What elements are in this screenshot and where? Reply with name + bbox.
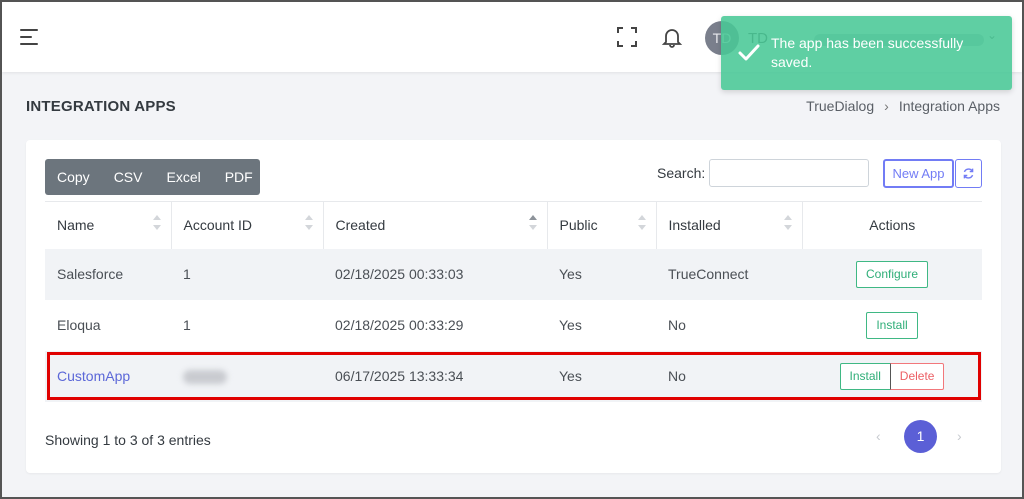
table-row: Salesforce 1 02/18/2025 00:33:03 Yes Tru… [45,248,982,300]
search-input[interactable] [709,159,869,187]
breadcrumb: TrueDialog › Integration Apps [806,98,1000,114]
cell-name: Eloqua [57,317,101,333]
column-header-name[interactable]: Name [45,201,172,249]
breadcrumb-current: Integration Apps [898,98,1000,114]
column-header-account-id[interactable]: Account ID [171,201,324,249]
excel-button[interactable]: Excel [154,159,212,195]
apps-table: Name Account ID Created Public Installed… [45,201,982,402]
breadcrumb-separator: › [884,98,889,114]
column-header-public[interactable]: Public [547,201,657,249]
cell-account-id: 1 [171,248,323,300]
cell-installed: No [656,350,802,402]
sort-icon [152,213,161,237]
cell-installed: No [668,317,686,333]
toast-message: The app has been successfully saved. [771,35,964,70]
configure-button[interactable]: Configure [855,260,929,288]
cell-created: 02/18/2025 00:33:29 [335,317,464,333]
column-header-installed[interactable]: Installed [656,201,803,249]
refresh-icon [963,168,974,179]
cell-created: 02/18/2025 00:33:03 [323,248,547,300]
bell-icon[interactable] [661,26,683,48]
apps-card: Copy CSV Excel PDF Search: New App Name … [26,140,1001,473]
cell-public: Yes [559,317,582,333]
install-button[interactable]: Install [839,362,891,390]
page-1-button[interactable]: 1 [904,420,937,453]
cell-actions: Configure [802,248,982,300]
csv-button[interactable]: CSV [102,159,155,195]
sort-icon [637,213,646,237]
pagination: ‹ 1 › [868,420,968,454]
cell-name: CustomApp [45,350,171,402]
refresh-button[interactable] [955,159,982,188]
checkmark-icon [738,44,760,61]
sort-icon [304,213,313,237]
cell-account-id [171,350,323,402]
cell-installed: TrueConnect [656,248,802,300]
sort-icon [783,213,792,237]
cell-actions: Install [802,300,982,351]
action-button-group: Install Delete [839,362,945,390]
next-page-icon[interactable]: › [957,428,962,444]
install-button[interactable]: Install [866,311,918,339]
custom-app-link[interactable]: CustomApp [57,368,130,384]
table-info: Showing 1 to 3 of 3 entries [45,432,211,448]
table-header-row: Name Account ID Created Public Installed… [45,201,982,249]
export-buttons: Copy CSV Excel PDF [45,159,260,195]
copy-button[interactable]: Copy [45,159,102,195]
previous-page-icon[interactable]: ‹ [876,428,881,444]
search-label: Search: [657,165,706,181]
new-app-button[interactable]: New App [883,159,954,188]
account-id-redacted [183,370,227,385]
cell-public: Yes [547,248,656,300]
table-row: Eloqua 1 02/18/2025 00:33:29 Yes No Inst… [45,300,982,351]
cell-created: 06/17/2025 13:33:34 [323,350,547,402]
cell-actions: Install Delete [802,350,982,402]
column-header-created[interactable]: Created [323,201,548,249]
column-header-actions: Actions [802,201,982,249]
sort-asc-icon [528,213,537,237]
fullscreen-icon[interactable] [616,26,638,48]
table-row: CustomApp 06/17/2025 13:33:34 Yes No Ins… [45,350,982,402]
cell-name: Salesforce [45,248,171,300]
cell-account-id: 1 [183,317,191,333]
success-toast[interactable]: The app has been successfully saved. [721,16,1012,90]
cell-public: Yes [547,350,656,402]
page-title: INTEGRATION APPS [26,98,176,115]
menu-icon[interactable] [20,29,40,47]
breadcrumb-home[interactable]: TrueDialog [806,98,874,114]
delete-button[interactable]: Delete [889,362,945,390]
pdf-button[interactable]: PDF [213,159,265,195]
